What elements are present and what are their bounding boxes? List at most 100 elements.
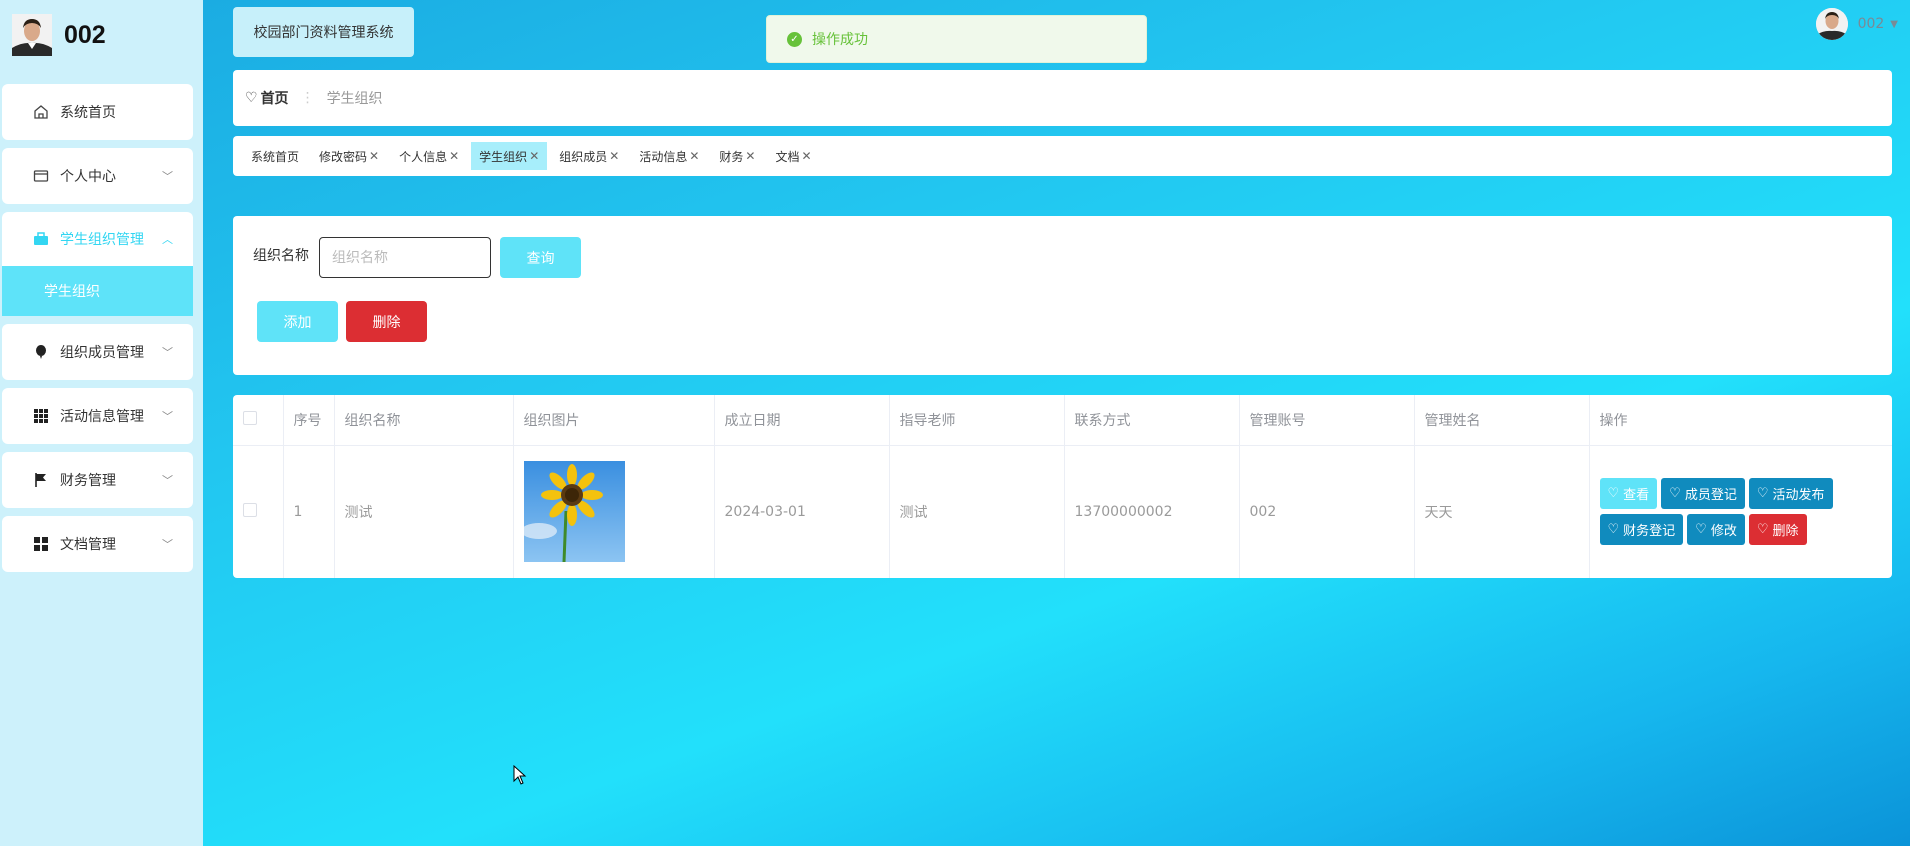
tag-activity-info[interactable]: 活动信息 ✕ xyxy=(631,142,707,170)
add-button[interactable]: 添加 xyxy=(257,301,338,342)
sidebar-item-label: 活动信息管理 xyxy=(60,409,144,425)
sidebar-item-label: 个人中心 xyxy=(60,169,116,185)
close-icon[interactable]: ✕ xyxy=(529,149,539,163)
tag-label: 学生组织 xyxy=(479,149,528,164)
delete-button[interactable]: 删除 xyxy=(346,301,427,342)
tag-label: 文档 xyxy=(775,149,800,164)
edit-button[interactable]: ♡ 修改 xyxy=(1687,514,1745,546)
toast-message: 操作成功 xyxy=(812,32,868,48)
heart-icon: ♡ xyxy=(1607,486,1620,502)
tag-label: 组织成员 xyxy=(559,149,608,164)
heart-icon: ♡ xyxy=(245,90,258,106)
column-header: 管理姓名 xyxy=(1414,395,1590,446)
chevron-down-icon: ﹀ xyxy=(162,538,173,551)
column-header: 联系方式 xyxy=(1064,395,1240,446)
breadcrumb-current: 学生组织 xyxy=(326,91,383,107)
sidebar-item-label: 财务管理 xyxy=(60,473,116,489)
tag-finance[interactable]: 财务 ✕ xyxy=(711,142,763,170)
tag-documents[interactable]: 文档 ✕ xyxy=(767,142,819,170)
breadcrumb-home[interactable]: ♡ 首页 xyxy=(245,88,289,108)
column-header: 组织图片 xyxy=(513,395,715,446)
tag-student-org[interactable]: 学生组织 ✕ xyxy=(471,142,548,170)
sidebar-item-home[interactable]: 系统首页 xyxy=(2,84,193,140)
cell-actions: ♡ 查看 ♡ 成员登记 ♡ 活动发布 ♡ 财务登记 ♡ 修改 ♡ 删除 xyxy=(1589,445,1892,578)
heart-icon: ♡ xyxy=(1669,486,1681,502)
avatar xyxy=(12,14,52,56)
sidebar-item-personal-center[interactable]: 个人中心 ﹀ xyxy=(2,148,193,204)
apps-icon xyxy=(32,535,50,553)
home-icon xyxy=(32,103,50,121)
table-header-row: 序号 组织名称 组织图片 成立日期 指导老师 联系方式 管理账号 管理姓名 操作 xyxy=(233,395,1892,446)
grid-icon xyxy=(32,407,50,425)
cell-teacher: 测试 xyxy=(889,445,1065,578)
cell-account: 002 xyxy=(1239,445,1415,578)
tag-personal-info[interactable]: 个人信息 ✕ xyxy=(391,142,467,170)
brand: 002 xyxy=(12,14,106,56)
column-header: 成立日期 xyxy=(714,395,890,446)
heart-icon: ♡ xyxy=(1695,522,1707,538)
sidebar-item-label: 组织成员管理 xyxy=(60,345,144,361)
select-all-checkbox[interactable] xyxy=(243,410,257,425)
cell-founded-date: 2024-03-01 xyxy=(714,445,890,578)
sidebar-item-activities[interactable]: 活动信息管理 ﹀ xyxy=(2,388,193,444)
chevron-down-icon: ﹀ xyxy=(162,410,173,423)
data-table: 序号 组织名称 组织图片 成立日期 指导老师 联系方式 管理账号 管理姓名 操作… xyxy=(233,395,1892,578)
member-register-button[interactable]: ♡ 成员登记 xyxy=(1661,478,1745,510)
activity-publish-button[interactable]: ♡ 活动发布 xyxy=(1748,478,1833,510)
user-menu[interactable]: 002 ▼ xyxy=(1815,8,1898,40)
view-button[interactable]: ♡ 查看 xyxy=(1599,478,1658,510)
sunflower-image[interactable] xyxy=(523,461,625,563)
tag-label: 活动信息 xyxy=(639,149,688,164)
user-name: 002 xyxy=(1857,16,1885,32)
heart-icon: ♡ xyxy=(1756,522,1769,538)
sidebar-item-student-org[interactable]: 学生组织管理 ︿ xyxy=(2,212,193,266)
close-icon[interactable]: ✕ xyxy=(609,149,619,163)
mouse-cursor-icon xyxy=(513,765,527,785)
breadcrumb-home-label: 首页 xyxy=(260,91,289,107)
edit-label: 修改 xyxy=(1710,524,1737,540)
row-actions: ♡ 查看 ♡ 成员登记 ♡ 活动发布 ♡ 财务登记 ♡ 修改 ♡ 删除 xyxy=(1599,478,1850,546)
column-header: 序号 xyxy=(283,395,335,446)
heart-icon: ♡ xyxy=(1756,486,1769,502)
sidebar-item-documents[interactable]: 文档管理 ﹀ xyxy=(2,516,193,572)
cell-org-name: 测试 xyxy=(334,445,514,578)
chevron-up-icon: ︿ xyxy=(162,233,173,246)
view-label: 查看 xyxy=(1623,488,1650,504)
tag-home[interactable]: 系统首页 xyxy=(243,142,307,170)
activity-publish-label: 活动发布 xyxy=(1772,488,1825,504)
row-checkbox[interactable] xyxy=(243,502,257,517)
close-icon[interactable]: ✕ xyxy=(449,149,459,163)
user-avatar xyxy=(1815,8,1848,40)
success-toast: ✓ 操作成功 xyxy=(766,15,1147,63)
table-row: 1 测试 2024-03-01 测试 13700000002 002 天天 ♡ … xyxy=(233,445,1892,578)
caret-down-icon: ▼ xyxy=(1890,18,1898,30)
column-header: 操作 xyxy=(1589,395,1892,446)
cell-index: 1 xyxy=(283,445,335,578)
select-all-cell xyxy=(233,395,284,446)
close-icon[interactable]: ✕ xyxy=(689,149,699,163)
sidebar-item-finance[interactable]: 财务管理 ﹀ xyxy=(2,452,193,508)
finance-register-button[interactable]: ♡ 财务登记 xyxy=(1599,514,1684,546)
submenu-student-org[interactable]: 学生组织 xyxy=(2,266,193,316)
heart-icon: ♡ xyxy=(1607,522,1620,538)
sidebar-menu: 系统首页 个人中心 ﹀ 学生组织管理 ︿ 学生组织 组织成员管理 ﹀ 活动信息管… xyxy=(2,84,193,580)
sidebar-item-members[interactable]: 组织成员管理 ﹀ xyxy=(2,324,193,380)
org-name-input[interactable] xyxy=(319,237,491,278)
close-icon[interactable]: ✕ xyxy=(745,149,755,163)
member-register-label: 成员登记 xyxy=(1684,488,1737,504)
sidebar: 002 系统首页 个人中心 ﹀ 学生组织管理 ︿ 学生组织 组织成员管理 ﹀ 活… xyxy=(0,0,203,846)
search-label: 组织名称 xyxy=(253,248,309,264)
close-icon[interactable]: ✕ xyxy=(369,149,379,163)
query-button[interactable]: 查询 xyxy=(500,237,581,278)
balloon-icon xyxy=(32,343,50,361)
row-delete-button[interactable]: ♡ 删除 xyxy=(1748,514,1807,546)
sidebar-item-label: 文档管理 xyxy=(60,537,116,553)
tag-org-members[interactable]: 组织成员 ✕ xyxy=(551,142,627,170)
tag-change-password[interactable]: 修改密码 ✕ xyxy=(311,142,387,170)
finance-register-label: 财务登记 xyxy=(1623,524,1676,540)
close-icon[interactable]: ✕ xyxy=(802,149,812,163)
tag-label: 个人信息 xyxy=(399,149,448,164)
flag-icon xyxy=(32,471,50,489)
brand-title: 002 xyxy=(64,20,106,49)
cell-org-image xyxy=(513,445,715,578)
